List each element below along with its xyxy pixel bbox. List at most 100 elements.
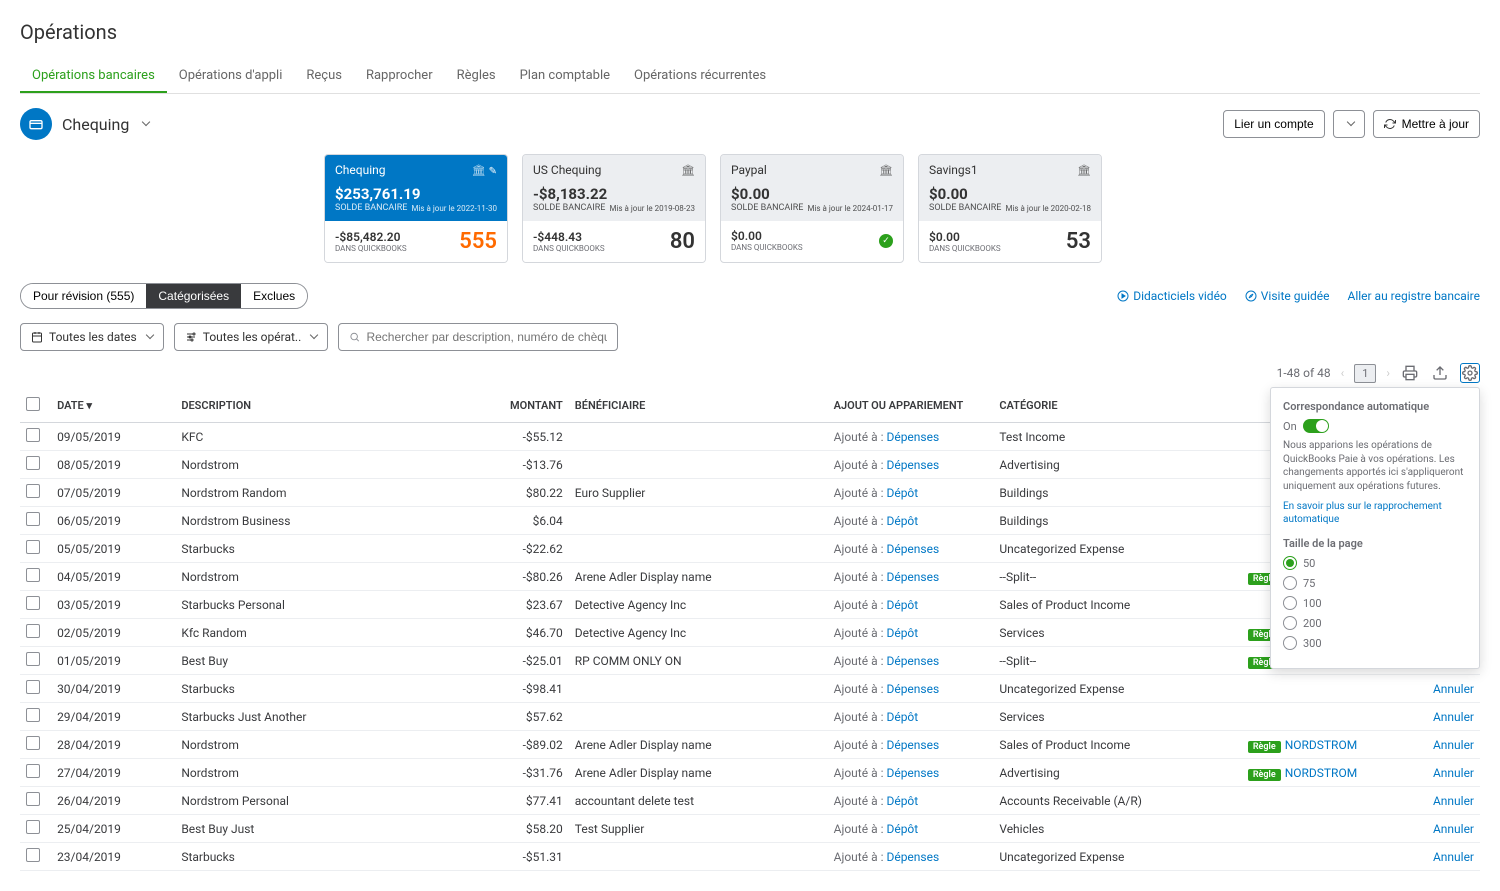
col-cat[interactable]: CATÉGORIE bbox=[993, 389, 1242, 423]
nav-tab[interactable]: Reçus bbox=[294, 60, 354, 93]
table-row[interactable]: 06/05/2019Nordstrom Business$6.04Ajouté … bbox=[20, 507, 1480, 535]
account-selector[interactable]: Chequing bbox=[20, 108, 149, 140]
added-link[interactable]: Dépenses bbox=[886, 766, 939, 780]
added-link[interactable]: Dépôt bbox=[886, 710, 918, 724]
search-input[interactable] bbox=[366, 330, 607, 344]
account-card[interactable]: Paypal🏛 $0.00SOLDE BANCAIREMis à jour le… bbox=[720, 154, 904, 263]
row-checkbox[interactable] bbox=[26, 540, 40, 554]
subtab[interactable]: Pour révision (555) bbox=[21, 284, 146, 308]
guided-tour-link[interactable]: Visite guidée bbox=[1245, 289, 1330, 303]
rule-link[interactable]: NORDSTROM bbox=[1285, 766, 1358, 780]
added-link[interactable]: Dépenses bbox=[886, 570, 939, 584]
print-icon[interactable] bbox=[1400, 363, 1420, 383]
added-link[interactable]: Dépôt bbox=[886, 626, 918, 640]
refresh-button[interactable]: Mettre à jour bbox=[1373, 110, 1480, 138]
cancel-link[interactable]: Annuler bbox=[1433, 794, 1474, 808]
row-checkbox[interactable] bbox=[26, 624, 40, 638]
added-link[interactable]: Dépenses bbox=[886, 682, 939, 696]
page-size-option[interactable]: 200 bbox=[1283, 616, 1467, 630]
nav-tab[interactable]: Plan comptable bbox=[508, 60, 622, 93]
auto-match-toggle[interactable] bbox=[1303, 419, 1329, 433]
col-desc[interactable]: DESCRIPTION bbox=[175, 389, 434, 423]
added-link[interactable]: Dépenses bbox=[886, 430, 939, 444]
added-link[interactable]: Dépôt bbox=[886, 598, 918, 612]
page-size-option[interactable]: 300 bbox=[1283, 636, 1467, 650]
added-link[interactable]: Dépenses bbox=[886, 458, 939, 472]
cancel-link[interactable]: Annuler bbox=[1433, 710, 1474, 724]
link-account-button[interactable]: Lier un compte bbox=[1223, 110, 1324, 138]
row-checkbox[interactable] bbox=[26, 680, 40, 694]
table-row[interactable]: 04/05/2019Nordstrom-$80.26Arene Adler Di… bbox=[20, 563, 1480, 591]
page-number[interactable]: 1 bbox=[1354, 364, 1376, 383]
table-row[interactable]: 05/05/2019Starbucks-$22.62Ajouté à : Dép… bbox=[20, 535, 1480, 563]
table-row[interactable]: 23/04/2019Starbucks-$51.31Ajouté à : Dép… bbox=[20, 843, 1480, 871]
row-checkbox[interactable] bbox=[26, 708, 40, 722]
nav-tab[interactable]: Règles bbox=[445, 60, 508, 93]
go-to-register-link[interactable]: Aller au registre bancaire bbox=[1347, 289, 1480, 303]
page-prev[interactable]: ‹ bbox=[1341, 366, 1345, 380]
page-size-option[interactable]: 100 bbox=[1283, 596, 1467, 610]
row-checkbox[interactable] bbox=[26, 596, 40, 610]
account-card[interactable]: US Chequing🏛 -$8,183.22SOLDE BANCAIREMis… bbox=[522, 154, 706, 263]
pencil-icon[interactable]: ✎ bbox=[489, 166, 497, 177]
learn-more-link[interactable]: En savoir plus sur le rapprochement auto… bbox=[1283, 501, 1442, 525]
nav-tab[interactable]: Opérations récurrentes bbox=[622, 60, 778, 93]
added-link[interactable]: Dépôt bbox=[886, 822, 918, 836]
col-date[interactable]: DATE ▾ bbox=[51, 389, 175, 423]
link-account-dropdown[interactable] bbox=[1333, 110, 1365, 138]
table-row[interactable]: 27/04/2019Nordstrom-$31.76Arene Adler Di… bbox=[20, 759, 1480, 787]
page-size-option[interactable]: 75 bbox=[1283, 576, 1467, 590]
added-link[interactable]: Dépenses bbox=[886, 850, 939, 864]
row-checkbox[interactable] bbox=[26, 792, 40, 806]
row-checkbox[interactable] bbox=[26, 764, 40, 778]
added-link[interactable]: Dépenses bbox=[886, 738, 939, 752]
added-link[interactable]: Dépôt bbox=[886, 486, 918, 500]
nav-tab[interactable]: Opérations d'appli bbox=[167, 60, 295, 93]
added-link[interactable]: Dépôt bbox=[886, 794, 918, 808]
added-link[interactable]: Dépenses bbox=[886, 654, 939, 668]
cancel-link[interactable]: Annuler bbox=[1433, 850, 1474, 864]
export-icon[interactable] bbox=[1430, 363, 1450, 383]
account-card[interactable]: Chequing🏛 ✎$253,761.19SOLDE BANCAIREMis … bbox=[324, 154, 508, 263]
table-row[interactable]: 25/04/2019Best Buy Just$58.20Test Suppli… bbox=[20, 815, 1480, 843]
nav-tab[interactable]: Rapprocher bbox=[354, 60, 445, 93]
row-checkbox[interactable] bbox=[26, 456, 40, 470]
row-checkbox[interactable] bbox=[26, 820, 40, 834]
col-montant[interactable]: MONTANT bbox=[434, 389, 569, 423]
table-row[interactable]: 08/05/2019Nordstrom-$13.76Ajouté à : Dép… bbox=[20, 451, 1480, 479]
subtab[interactable]: Exclues bbox=[241, 284, 307, 308]
subtab[interactable]: Catégorisées bbox=[146, 284, 241, 308]
account-card[interactable]: Savings1🏛 $0.00SOLDE BANCAIREMis à jour … bbox=[918, 154, 1102, 263]
ops-filter[interactable]: Toutes les opérat.. bbox=[174, 323, 329, 351]
row-checkbox[interactable] bbox=[26, 568, 40, 582]
settings-gear-icon[interactable] bbox=[1460, 363, 1480, 383]
rule-link[interactable]: NORDSTROM bbox=[1285, 738, 1358, 752]
col-ajout[interactable]: AJOUT OU APPARIEMENT bbox=[828, 389, 994, 423]
nav-tab[interactable]: Opérations bancaires bbox=[20, 60, 167, 93]
table-row[interactable]: 03/05/2019Starbucks Personal$23.67Detect… bbox=[20, 591, 1480, 619]
page-size-option[interactable]: 50 bbox=[1283, 556, 1467, 570]
row-checkbox[interactable] bbox=[26, 736, 40, 750]
date-filter[interactable]: Toutes les dates bbox=[20, 323, 164, 351]
table-row[interactable]: 01/05/2019Best Buy-$25.01RP COMM ONLY ON… bbox=[20, 647, 1480, 675]
table-row[interactable]: 02/05/2019Kfc Random$46.70Detective Agen… bbox=[20, 619, 1480, 647]
table-row[interactable]: 30/04/2019Starbucks-$98.41Ajouté à : Dép… bbox=[20, 675, 1480, 703]
table-row[interactable]: 29/04/2019Starbucks Just Another$57.62Aj… bbox=[20, 703, 1480, 731]
added-link[interactable]: Dépenses bbox=[886, 542, 939, 556]
page-next[interactable]: › bbox=[1386, 366, 1390, 380]
video-tutorials-link[interactable]: Didacticiels vidéo bbox=[1117, 289, 1227, 303]
added-link[interactable]: Dépôt bbox=[886, 514, 918, 528]
row-checkbox[interactable] bbox=[26, 848, 40, 862]
table-row[interactable]: 26/04/2019Nordstrom Personal$77.41accoun… bbox=[20, 787, 1480, 815]
row-checkbox[interactable] bbox=[26, 652, 40, 666]
cancel-link[interactable]: Annuler bbox=[1433, 738, 1474, 752]
row-checkbox[interactable] bbox=[26, 512, 40, 526]
col-benef[interactable]: BÉNÉFICIAIRE bbox=[569, 389, 828, 423]
cancel-link[interactable]: Annuler bbox=[1433, 822, 1474, 836]
cancel-link[interactable]: Annuler bbox=[1433, 766, 1474, 780]
search-box[interactable] bbox=[338, 323, 618, 351]
table-row[interactable]: 28/04/2019Nordstrom-$89.02Arene Adler Di… bbox=[20, 731, 1480, 759]
select-all-checkbox[interactable] bbox=[26, 397, 40, 411]
cancel-link[interactable]: Annuler bbox=[1433, 682, 1474, 696]
row-checkbox[interactable] bbox=[26, 428, 40, 442]
